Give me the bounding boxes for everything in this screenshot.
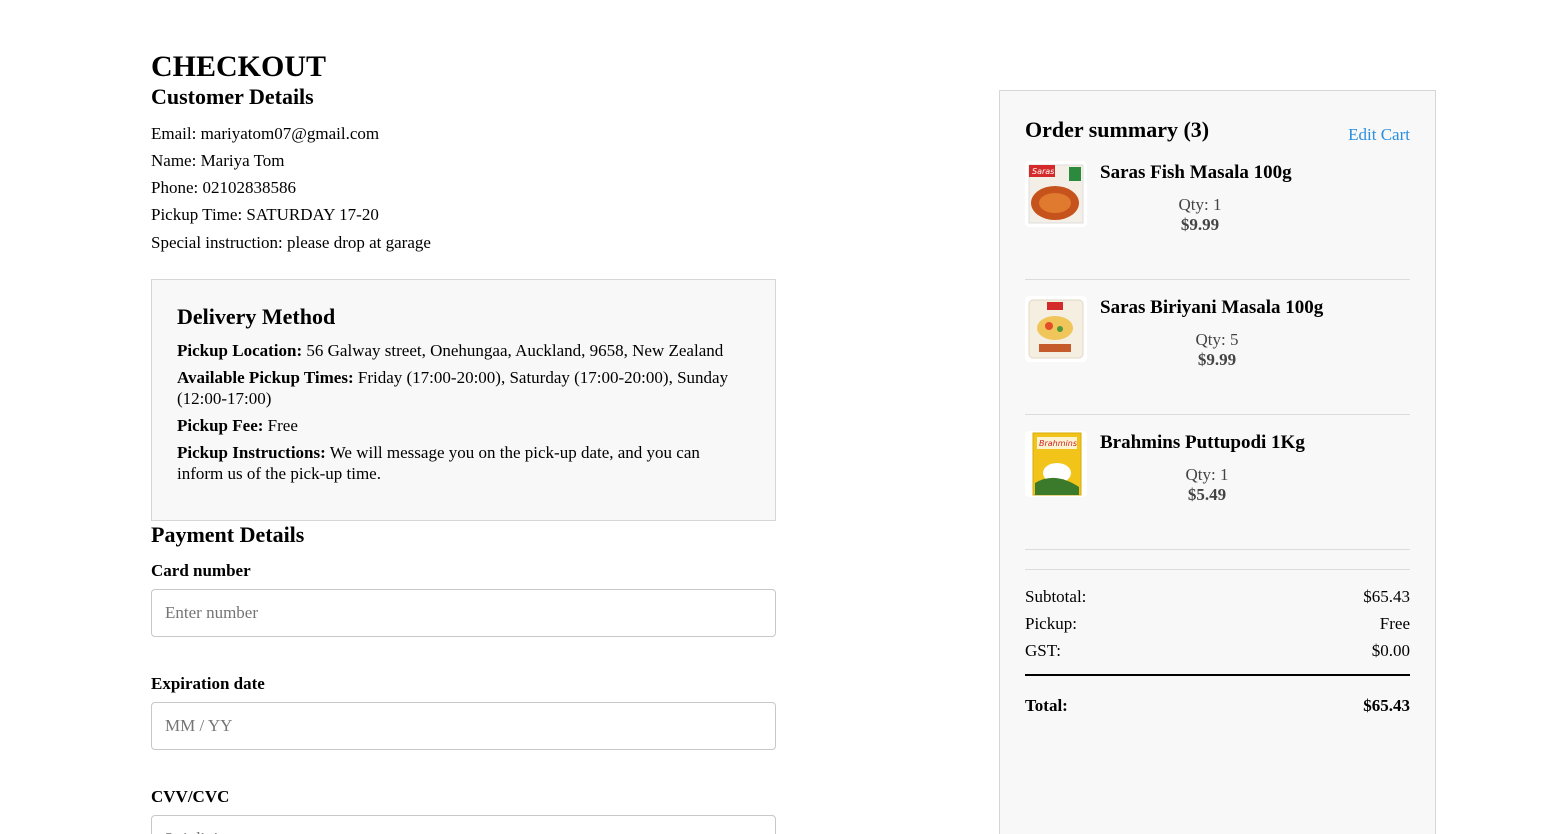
edit-cart-link[interactable]: Edit Cart bbox=[1348, 125, 1410, 145]
saras-fish-masala-thumbnail-icon: Saras bbox=[1025, 161, 1087, 227]
available-pickup-times: Available Pickup Times: Friday (17:00-20… bbox=[177, 367, 750, 409]
cvv-group: CVV/CVC bbox=[151, 786, 776, 834]
customer-pickup-time: Pickup Time: SATURDAY 17-20 bbox=[151, 205, 379, 224]
delivery-method-heading: Delivery Method bbox=[177, 304, 336, 329]
pickup-instructions-label: Pickup Instructions: bbox=[177, 443, 326, 462]
pickup-fee-label: Pickup Fee: bbox=[177, 416, 264, 435]
pickup-location: Pickup Location: 56 Galway street, Onehu… bbox=[177, 340, 750, 361]
pickup-location-value: 56 Galway street, Onehungaa, Auckland, 9… bbox=[302, 341, 724, 360]
item-price: $9.99 bbox=[1180, 215, 1220, 234]
saras-biriyani-masala-thumbnail-icon bbox=[1025, 296, 1087, 362]
page-title: CHECKOUT bbox=[151, 50, 327, 83]
cvv-input[interactable] bbox=[151, 815, 776, 834]
pickup-location-label: Pickup Location: bbox=[177, 341, 303, 360]
svg-text:Brahmins: Brahmins bbox=[1039, 439, 1077, 448]
total-row: Total: $65.43 bbox=[1025, 674, 1410, 719]
cart-item: Saras Biriyani Masala 100g Qty: 5 $9.99 bbox=[1025, 280, 1410, 415]
customer-details: Email: mariyatom07@gmail.com Name: Mariy… bbox=[151, 120, 776, 256]
gst-value: $0.00 bbox=[1371, 641, 1410, 660]
pickup-value: Free bbox=[1379, 614, 1410, 633]
order-summary-header: Order summary (3) Edit Cart bbox=[1025, 117, 1410, 145]
order-summary-panel: Order summary (3) Edit Cart Saras Saras … bbox=[999, 90, 1436, 834]
cart-item: Brahmins Brahmins Puttupodi 1Kg Qty: 1 $… bbox=[1025, 415, 1410, 550]
item-qty: Qty: 1 bbox=[1178, 195, 1222, 214]
subtotal-value: $65.43 bbox=[1363, 587, 1410, 606]
delivery-method-panel: Delivery Method Pickup Location: 56 Galw… bbox=[151, 279, 776, 521]
cvv-label: CVV/CVC bbox=[151, 787, 230, 806]
gst-label: GST: bbox=[1025, 641, 1061, 660]
customer-name: Name: Mariya Tom bbox=[151, 151, 285, 170]
item-qty: Qty: 5 bbox=[1195, 330, 1239, 349]
gst-row: GST: $0.00 bbox=[1025, 637, 1410, 664]
subtotal-row: Subtotal: $65.43 bbox=[1025, 583, 1410, 610]
customer-email: Email: mariyatom07@gmail.com bbox=[151, 124, 380, 143]
total-value: $65.43 bbox=[1363, 696, 1410, 715]
available-pickup-times-label: Available Pickup Times: bbox=[177, 368, 354, 387]
brahmins-puttupodi-thumbnail-icon: Brahmins bbox=[1025, 431, 1087, 497]
pickup-fee-value: Free bbox=[263, 416, 298, 435]
subtotal-label: Subtotal: bbox=[1025, 587, 1087, 606]
item-name: Brahmins Puttupodi 1Kg bbox=[1100, 432, 1305, 453]
cart-item: Saras Saras Fish Masala 100g Qty: 1 $9.9… bbox=[1025, 145, 1410, 280]
card-number-label: Card number bbox=[151, 561, 251, 580]
expiration-date-label: Expiration date bbox=[151, 674, 265, 693]
expiration-date-group: Expiration date bbox=[151, 673, 776, 750]
customer-special-instruction: Special instruction: please drop at gara… bbox=[151, 233, 431, 252]
pickup-fee: Pickup Fee: Free bbox=[177, 415, 750, 436]
card-number-group: Card number bbox=[151, 560, 776, 637]
pickup-row: Pickup: Free bbox=[1025, 610, 1410, 637]
item-price: $9.99 bbox=[1197, 350, 1237, 369]
item-qty: Qty: 1 bbox=[1185, 465, 1229, 484]
item-price: $5.49 bbox=[1187, 485, 1227, 504]
total-label: Total: bbox=[1025, 696, 1068, 715]
card-number-input[interactable] bbox=[151, 589, 776, 637]
order-totals: Subtotal: $65.43 Pickup: Free GST: $0.00… bbox=[1025, 569, 1410, 719]
order-summary-heading: Order summary (3) bbox=[1025, 117, 1210, 142]
expiration-date-input[interactable] bbox=[151, 702, 776, 750]
customer-details-heading: Customer Details bbox=[151, 84, 314, 109]
checkout-main: CHECKOUT Customer Details Email: mariyat… bbox=[151, 50, 776, 834]
payment-details-heading: Payment Details bbox=[151, 522, 305, 547]
customer-phone: Phone: 02102838586 bbox=[151, 178, 296, 197]
item-name: Saras Fish Masala 100g bbox=[1100, 162, 1292, 183]
svg-text:Saras: Saras bbox=[1032, 167, 1054, 176]
pickup-instructions: Pickup Instructions: We will message you… bbox=[177, 442, 750, 484]
pickup-label: Pickup: bbox=[1025, 614, 1077, 633]
item-name: Saras Biriyani Masala 100g bbox=[1100, 297, 1324, 318]
